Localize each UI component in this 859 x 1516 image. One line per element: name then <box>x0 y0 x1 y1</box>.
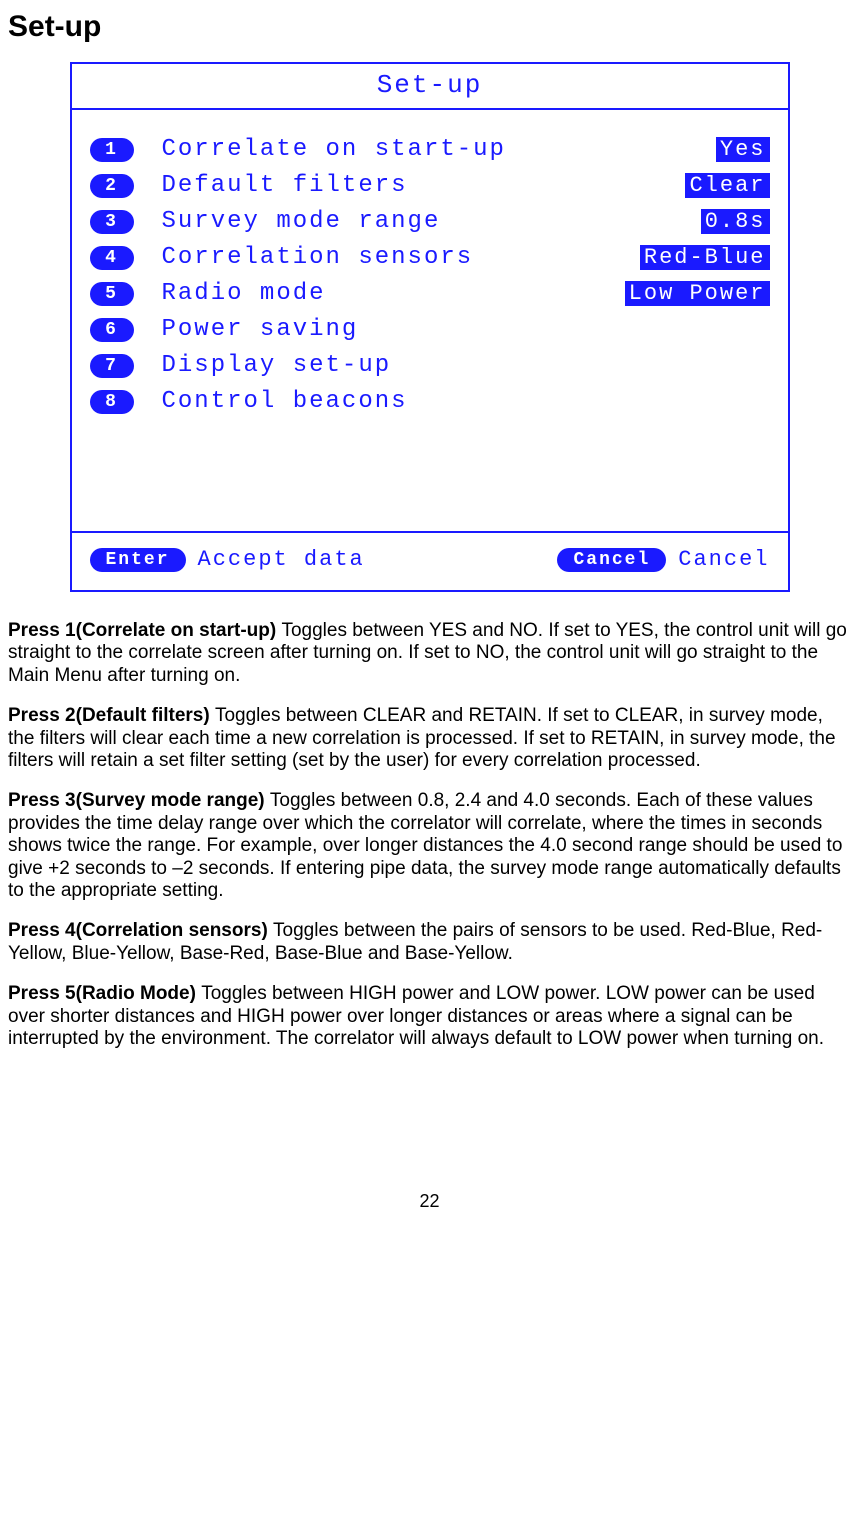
menu-label-3: Survey mode range <box>162 208 441 235</box>
menu-item-3[interactable]: 3 Survey mode range 0.8s <box>90 208 770 235</box>
paragraph-2: Press 2(Default filters) Toggles between… <box>8 705 851 772</box>
menu-item-6[interactable]: 6 Power saving <box>90 316 770 343</box>
menu-area: 1 Correlate on start-up Yes 2 Default fi… <box>72 110 788 531</box>
paragraph-1-bold: Press 1(Correlate on start-up) <box>8 620 281 641</box>
menu-value-1: Yes <box>716 137 770 162</box>
menu-label-6: Power saving <box>162 316 359 343</box>
page-title: Set-up <box>8 10 851 44</box>
menu-label-1: Correlate on start-up <box>162 136 506 163</box>
menu-item-1[interactable]: 1 Correlate on start-up Yes <box>90 136 770 163</box>
cancel-group[interactable]: Cancel Cancel <box>557 547 769 572</box>
num-badge-8: 8 <box>90 390 134 414</box>
menu-label-7: Display set-up <box>162 352 392 379</box>
num-badge-7: 7 <box>90 354 134 378</box>
num-badge-1: 1 <box>90 138 134 162</box>
menu-label-4: Correlation sensors <box>162 244 474 271</box>
device-screenshot: Set-up 1 Correlate on start-up Yes 2 Def… <box>70 62 790 592</box>
menu-value-4: Red-Blue <box>640 245 770 270</box>
enter-key-badge: Enter <box>90 548 186 572</box>
menu-item-8[interactable]: 8 Control beacons <box>90 388 770 415</box>
menu-item-2[interactable]: 2 Default filters Clear <box>90 172 770 199</box>
enter-group[interactable]: Enter Accept data <box>90 547 365 572</box>
menu-label-5: Radio mode <box>162 280 326 307</box>
screenshot-container: Set-up 1 Correlate on start-up Yes 2 Def… <box>8 62 851 592</box>
paragraph-2-bold: Press 2(Default filters) <box>8 705 215 726</box>
menu-item-5[interactable]: 5 Radio mode Low Power <box>90 280 770 307</box>
menu-value-3: 0.8s <box>701 209 770 234</box>
menu-item-7[interactable]: 7 Display set-up <box>90 352 770 379</box>
menu-value-5: Low Power <box>625 281 770 306</box>
cancel-label: Cancel <box>678 547 769 572</box>
num-badge-4: 4 <box>90 246 134 270</box>
page-number: 22 <box>8 1191 851 1212</box>
paragraph-4-bold: Press 4(Correlation sensors) <box>8 920 273 941</box>
paragraph-1: Press 1(Correlate on start-up) Toggles b… <box>8 620 851 687</box>
paragraph-4: Press 4(Correlation sensors) Toggles bet… <box>8 920 851 965</box>
screen-title-row: Set-up <box>72 64 788 102</box>
menu-label-2: Default filters <box>162 172 408 199</box>
num-badge-6: 6 <box>90 318 134 342</box>
paragraph-5: Press 5(Radio Mode) Toggles between HIGH… <box>8 983 851 1050</box>
num-badge-2: 2 <box>90 174 134 198</box>
paragraph-5-bold: Press 5(Radio Mode) <box>8 983 201 1004</box>
paragraph-3-bold: Press 3(Survey mode range) <box>8 790 270 811</box>
screen-title: Set-up <box>377 70 483 100</box>
menu-label-8: Control beacons <box>162 388 408 415</box>
num-badge-3: 3 <box>90 210 134 234</box>
num-badge-5: 5 <box>90 282 134 306</box>
menu-item-4[interactable]: 4 Correlation sensors Red-Blue <box>90 244 770 271</box>
paragraph-3: Press 3(Survey mode range) Toggles betwe… <box>8 790 851 902</box>
enter-label: Accept data <box>198 547 365 572</box>
bottom-bar: Enter Accept data Cancel Cancel <box>72 531 788 590</box>
cancel-key-badge: Cancel <box>557 548 666 572</box>
menu-value-2: Clear <box>685 173 769 198</box>
